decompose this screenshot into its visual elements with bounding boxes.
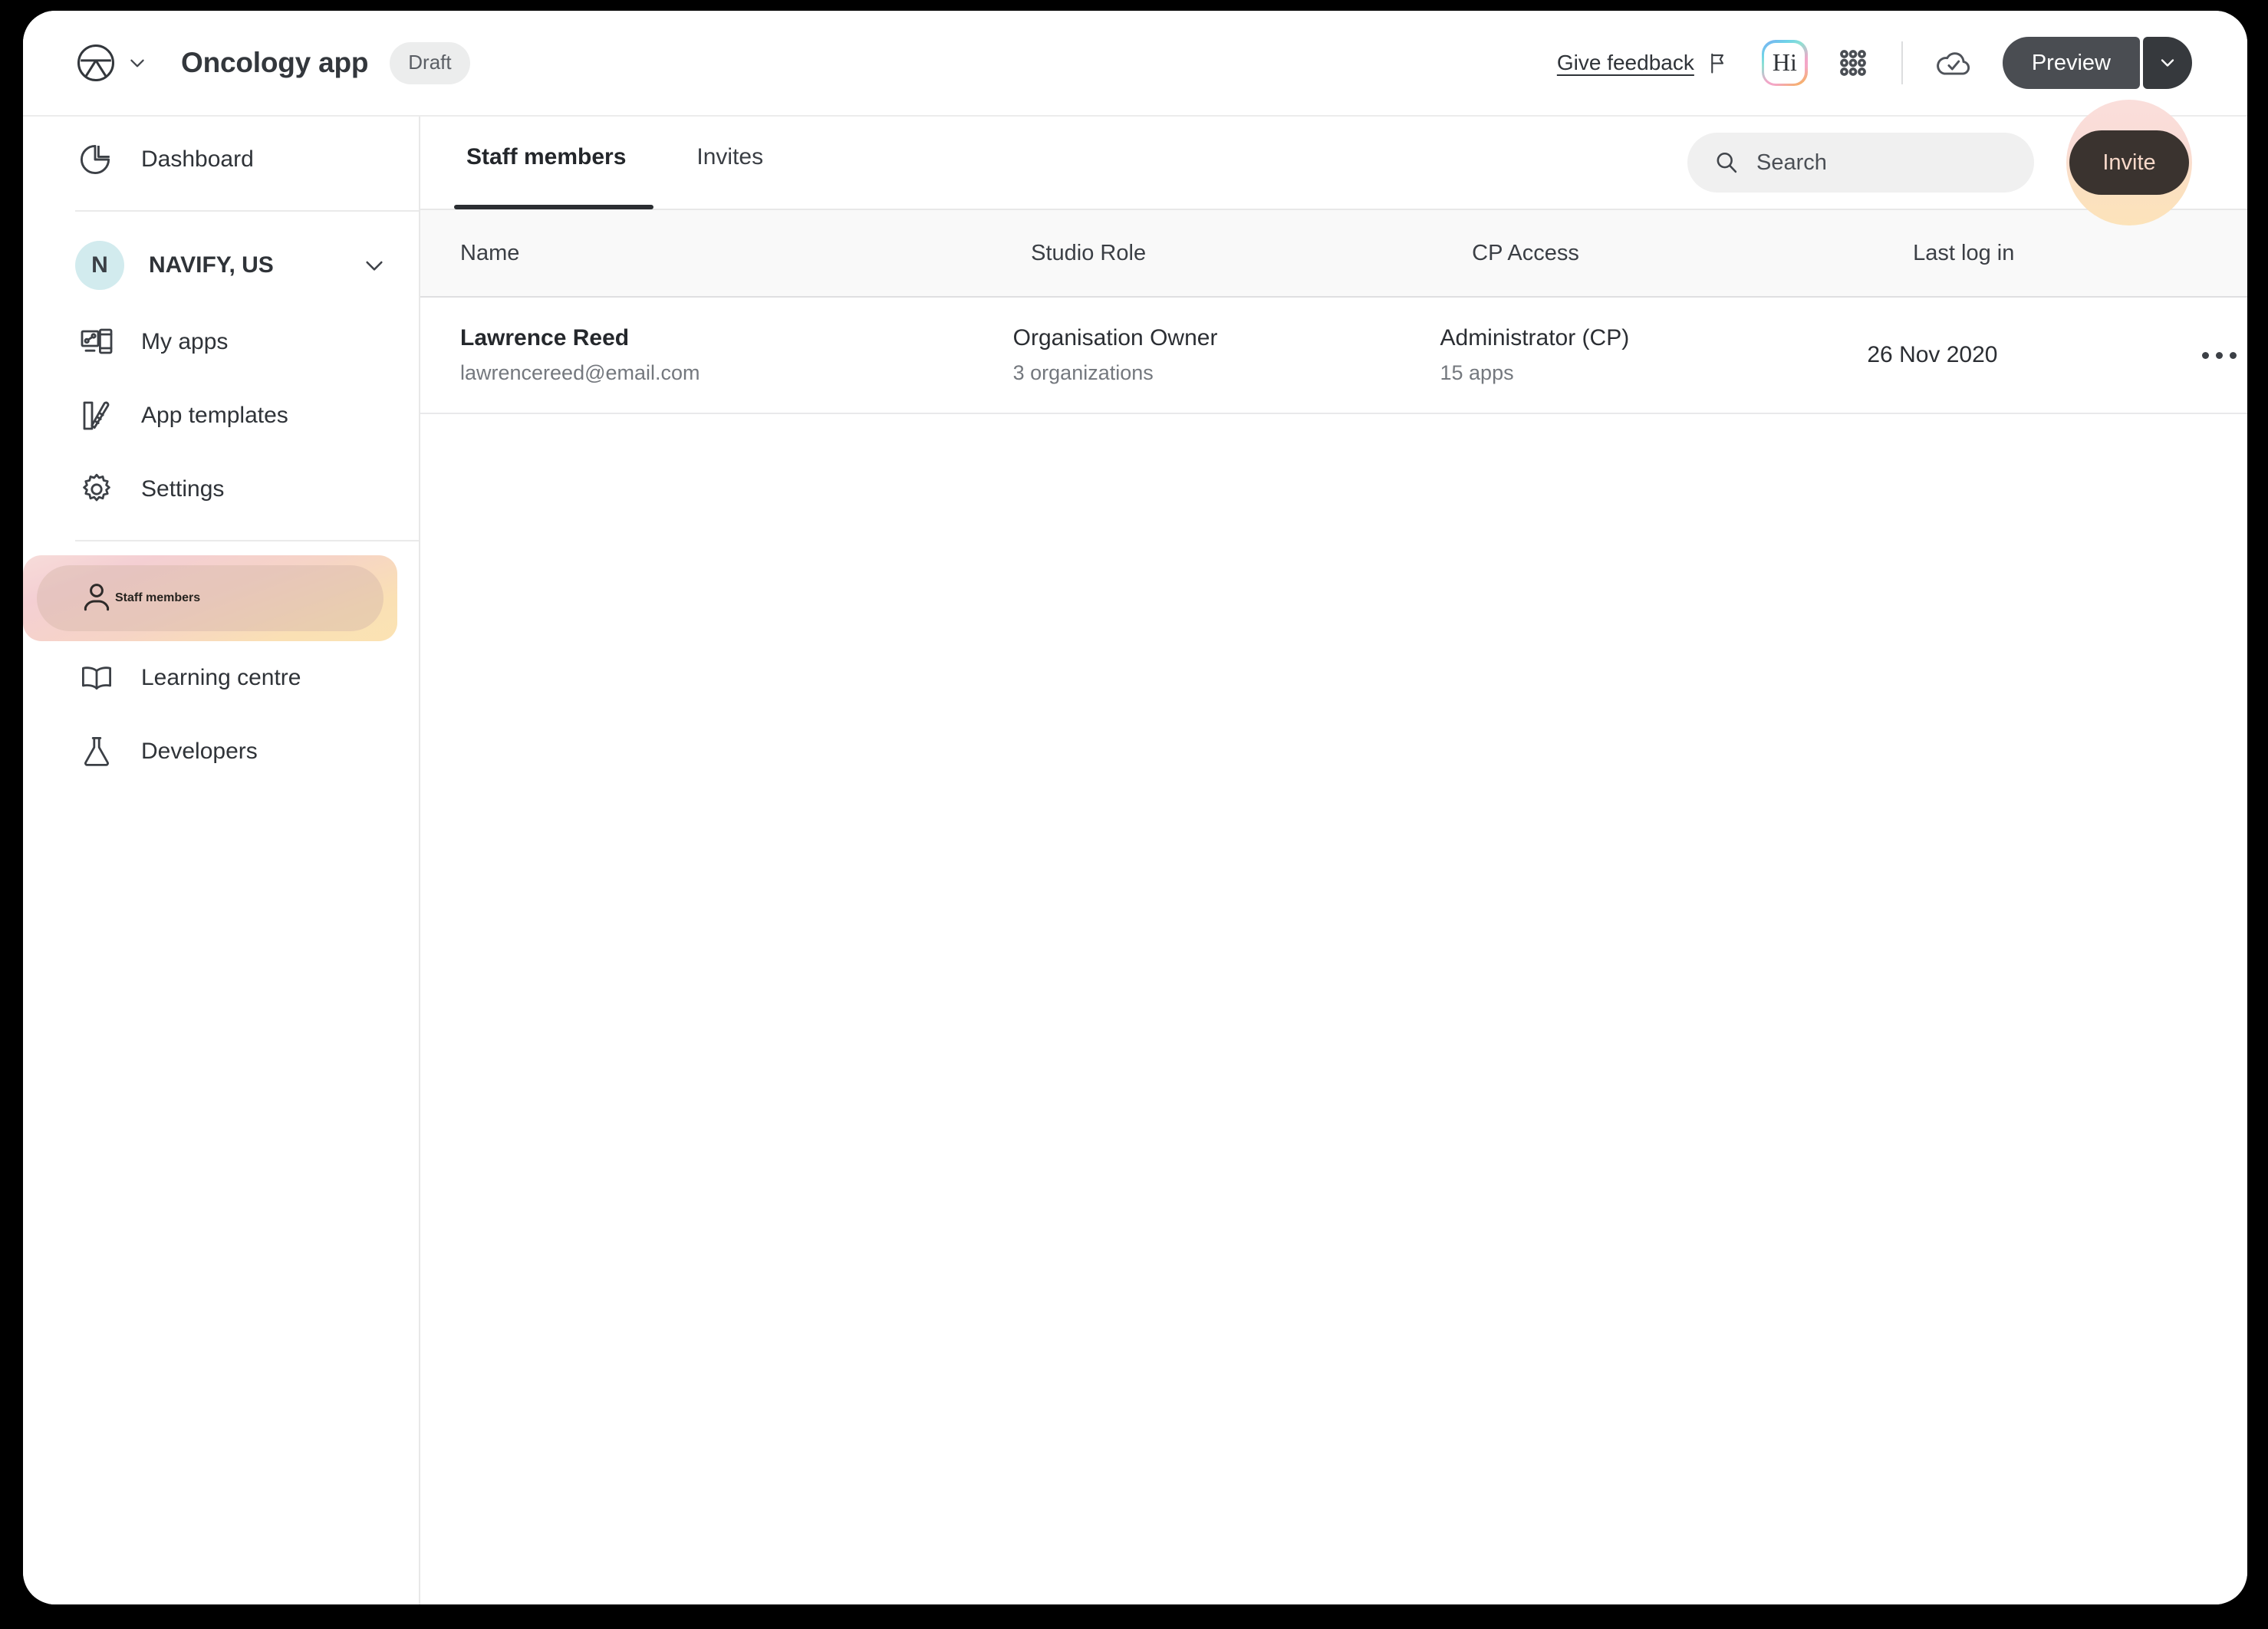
sidebar-item-label: Settings <box>141 476 225 502</box>
roche-circle-logo-icon <box>75 42 117 84</box>
search-box[interactable] <box>1687 133 2034 193</box>
cell-actions <box>2177 341 2247 370</box>
pie-chart-icon <box>78 141 115 178</box>
sidebar-item-learning-centre[interactable]: Learning centre <box>23 641 419 715</box>
top-header-bar: Oncology app Draft Give feedback Hi Prev… <box>23 11 2247 117</box>
sidebar: Dashboard N NAVIFY, US My apps App templ… <box>23 117 420 1604</box>
column-header-last-login: Last log in <box>1913 241 2233 266</box>
brand-group: Oncology app Draft <box>75 41 470 84</box>
hi-assistant-badge[interactable]: Hi <box>1761 40 1808 86</box>
top-header-actions: Give feedback Hi Preview <box>1557 37 2192 89</box>
staff-members-table: Name Studio Role CP Access Last log in L… <box>420 209 2247 414</box>
column-header-name: Name <box>420 241 1031 266</box>
sidebar-item-label: Dashboard <box>141 146 254 172</box>
tab-bar: Staff members Invites Invite <box>420 100 2247 225</box>
dot <box>2216 351 2223 359</box>
sidebar-item-staff-members[interactable]: Staff members <box>23 555 397 641</box>
column-header-label: Name <box>460 240 520 265</box>
last-login: 26 Nov 2020 <box>1867 342 1998 367</box>
cp-access: Administrator (CP) <box>1440 325 1630 350</box>
chevron-down-icon <box>362 253 387 278</box>
org-name: NAVIFY, US <box>149 252 274 278</box>
preview-dropdown-button[interactable] <box>2143 37 2192 89</box>
sidebar-item-label: Staff members <box>115 591 201 604</box>
more-horizontal-icon[interactable] <box>2191 341 2247 370</box>
column-header-studio-role: Studio Role <box>1031 241 1472 266</box>
sidebar-divider-2 <box>75 540 419 541</box>
sidebar-item-label: Developers <box>141 739 258 764</box>
column-header-cp-access: CP Access <box>1472 241 1913 266</box>
dot <box>2202 351 2209 359</box>
chevron-down-icon <box>2161 59 2174 67</box>
give-feedback-link[interactable]: Give feedback <box>1557 51 1694 75</box>
sidebar-divider-1 <box>75 210 419 212</box>
cp-access-sub: 15 apps <box>1440 361 1514 384</box>
book-icon <box>78 660 115 696</box>
apps-grid-icon[interactable] <box>1835 45 1871 81</box>
header-divider <box>1901 41 1903 84</box>
sidebar-item-settings[interactable]: Settings <box>23 452 419 526</box>
flask-icon <box>78 733 115 770</box>
table-row[interactable]: Lawrence Reed lawrencereed@email.com Org… <box>420 298 2247 414</box>
search-input[interactable] <box>1756 150 2010 176</box>
sidebar-item-my-apps[interactable]: My apps <box>23 305 419 379</box>
brand-chevron-down-icon[interactable] <box>127 53 147 73</box>
sidebar-item-label: App templates <box>141 403 288 428</box>
column-header-label: Studio Role <box>1031 240 1147 265</box>
preview-button[interactable]: Preview <box>2002 37 2140 89</box>
cell-last-login: 26 Nov 2020 <box>1867 344 2177 367</box>
search-icon <box>1713 150 1740 176</box>
avatar: N <box>75 241 124 290</box>
cell-studio-role: Organisation Owner 3 organizations <box>1013 327 1440 383</box>
invite-button[interactable]: Invite <box>2069 130 2189 195</box>
sidebar-item-developers[interactable]: Developers <box>23 715 419 788</box>
tab-invites[interactable]: Invites <box>690 144 769 209</box>
page-title: Oncology app <box>181 47 369 78</box>
cloud-check-icon <box>1934 43 1973 83</box>
hi-badge-label: Hi <box>1764 42 1806 84</box>
column-header-label: Last log in <box>1913 240 2015 265</box>
table-header-row: Name Studio Role CP Access Last log in <box>420 209 2247 298</box>
gear-icon <box>78 471 115 508</box>
staff-name: Lawrence Reed <box>460 325 630 350</box>
flag-icon[interactable] <box>1707 51 1730 74</box>
sidebar-item-app-templates[interactable]: App templates <box>23 379 419 452</box>
studio-role: Organisation Owner <box>1012 325 1218 350</box>
app-window: Oncology app Draft Give feedback Hi Prev… <box>23 11 2247 1604</box>
sidebar-item-label: Learning centre <box>141 665 301 690</box>
tab-bar-actions: Invite <box>1687 100 2247 225</box>
invite-button-wrap: Invite <box>2066 100 2192 225</box>
cell-cp-access: Administrator (CP) 15 apps <box>1440 327 1868 383</box>
tab-staff-members[interactable]: Staff members <box>453 144 654 209</box>
studio-role-sub: 3 organizations <box>1012 361 1154 384</box>
status-badge: Draft <box>390 41 470 84</box>
cell-name: Lawrence Reed lawrencereed@email.com <box>420 327 1013 383</box>
staff-email: lawrencereed@email.com <box>460 361 700 384</box>
column-header-label: CP Access <box>1472 240 1579 265</box>
template-ruler-icon <box>78 397 115 434</box>
main-content: Staff members Invites Invite <box>420 100 2247 1604</box>
sidebar-item-dashboard[interactable]: Dashboard <box>23 123 419 196</box>
user-icon <box>78 578 115 619</box>
sidebar-item-label: My apps <box>141 329 229 354</box>
devices-icon <box>78 324 115 360</box>
org-switcher[interactable]: N NAVIFY, US <box>23 225 419 305</box>
dot <box>2230 351 2237 359</box>
